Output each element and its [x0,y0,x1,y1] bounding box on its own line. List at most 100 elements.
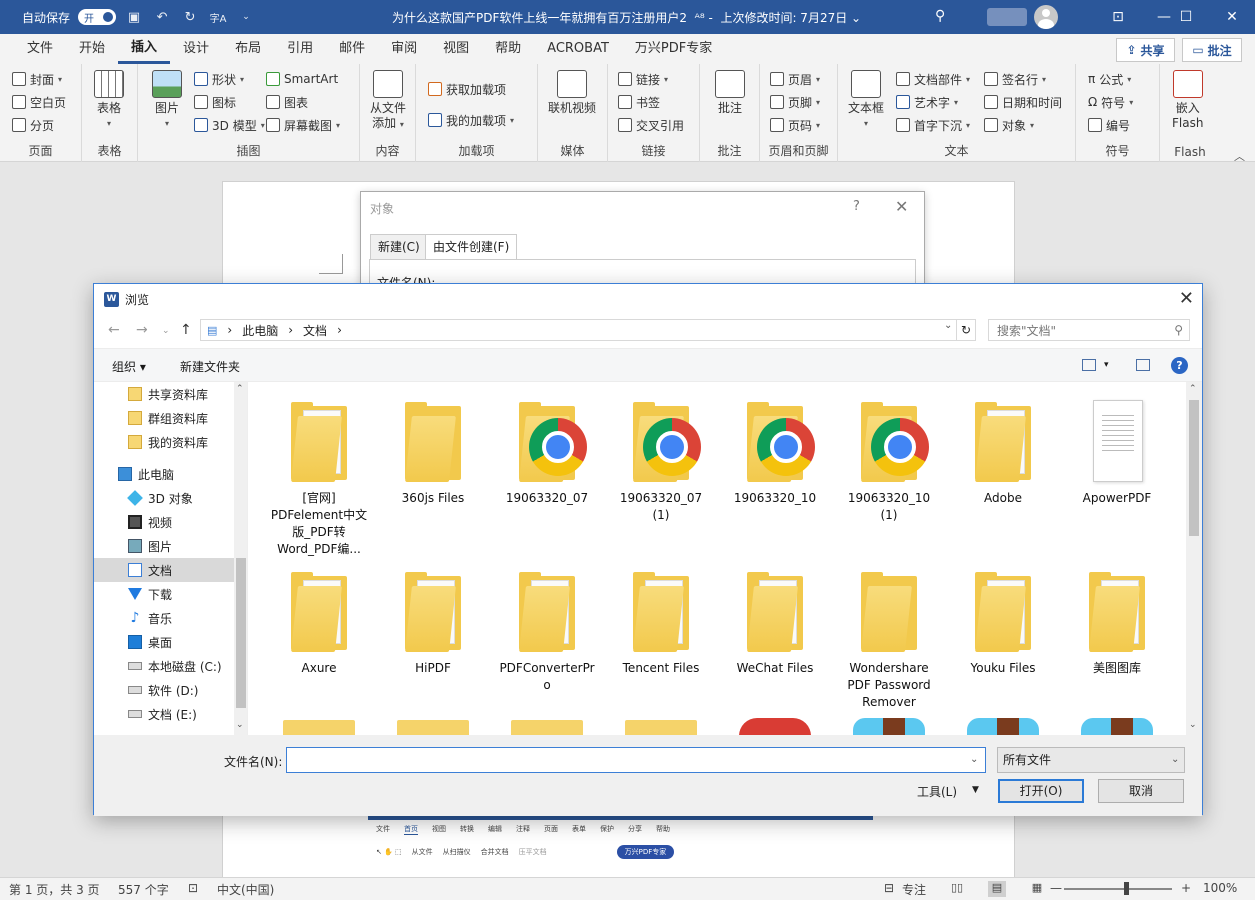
file-item[interactable]: 360js Files [378,398,488,507]
tab-view[interactable]: 视图 [430,34,482,64]
scroll-down-icon[interactable]: ⌄ [1189,720,1197,730]
zoom-slider-thumb[interactable] [1124,882,1129,895]
scroll-up-icon[interactable]: ⌃ [236,384,244,394]
sidebar-item-pictures[interactable]: 图片 [128,534,234,558]
sidebar-item-drive-e[interactable]: 文档 (E:) [128,702,234,726]
cloud-app-icon[interactable] [853,718,925,735]
wordart-button[interactable]: 艺术字 ▾ [896,91,958,113]
forward-icon[interactable]: → [136,322,148,338]
tab-file[interactable]: 文件 [14,34,66,64]
scroll-thumb[interactable] [236,558,246,708]
back-icon[interactable]: ← [108,322,120,338]
sidebar-item-3d-objects[interactable]: 3D 对象 [127,486,234,510]
table-button[interactable]: 表格 ▾ [94,70,124,131]
file-item[interactable]: Youku Files [948,568,1058,677]
sidebar-item-shared-library[interactable]: 共享资料库 [128,382,234,406]
symbol-button[interactable]: Ω 符号 ▾ [1088,91,1133,113]
file-item[interactable]: Tencent Files [606,568,716,677]
chart-button[interactable]: 图表 [266,91,308,113]
app-icon[interactable] [739,718,811,735]
filename-input[interactable] [286,747,986,773]
breadcrumb-documents[interactable]: 文档 [303,322,327,339]
filetype-dropdown-icon[interactable]: ⌄ [1171,754,1179,765]
3d-model-button[interactable]: 3D 模型 ▾ [194,114,265,136]
page-break-button[interactable]: 分页 [12,114,54,136]
file-item[interactable]: Wondershare PDF Password Remover [834,568,944,711]
folder-icon[interactable] [283,720,355,735]
tab-create-new[interactable]: 新建(C) [370,234,428,260]
redo-icon[interactable]: ↻ [180,7,200,27]
file-item[interactable]: 美图图库 [1062,568,1172,677]
link-button[interactable]: 链接 ▾ [618,68,668,90]
print-layout-icon[interactable]: ▤ [988,881,1006,897]
screenshot-button[interactable]: 屏幕截图 ▾ [266,114,340,136]
tab-help[interactable]: 帮助 [482,34,534,64]
object-button[interactable]: 对象 ▾ [984,114,1034,136]
embed-flash-button[interactable]: 嵌入 Flash [1172,70,1203,131]
comments-button[interactable]: ▭ 批注 [1182,38,1242,62]
sidebar-scrollbar[interactable]: ⌃ ⌄ [234,382,247,735]
number-button[interactable]: 编号 [1088,114,1130,136]
autosave-toggle[interactable]: 开 [78,9,117,25]
picture-button[interactable]: 图片 ▾ [152,70,182,131]
bookmark-button[interactable]: 书签 [618,91,660,113]
tab-review[interactable]: 审阅 [378,34,430,64]
sidebar-item-this-pc[interactable]: 此电脑 [118,462,234,486]
cancel-button[interactable]: 取消 [1098,779,1184,803]
save-icon[interactable]: ▣ [124,7,144,27]
shapes-button[interactable]: 形状 ▾ [194,68,244,90]
filetype-select[interactable]: 所有文件 [997,747,1185,773]
scroll-down-icon[interactable]: ⌄ [236,720,244,730]
signature-line-button[interactable]: 签名行 ▾ [984,68,1046,90]
tab-create-from-file[interactable]: 由文件创建(F) [425,234,518,260]
add-from-file-button[interactable]: 从文件 添加 ▾ [370,70,406,132]
tab-wondershare-pdf[interactable]: 万兴PDF专家 [622,34,725,64]
sidebar-item-videos[interactable]: 视频 [128,510,234,534]
tab-design[interactable]: 设计 [170,34,222,64]
close-icon[interactable]: ✕ [1209,0,1255,34]
web-layout-icon[interactable]: ▦ [1028,881,1046,897]
tools-button[interactable]: 工具(L) [917,783,957,800]
filename-dropdown-icon[interactable]: ⌄ [970,754,978,765]
tab-insert[interactable]: 插入 [118,34,171,64]
sidebar-item-downloads[interactable]: 下载 [128,582,234,606]
tab-references[interactable]: 引用 [274,34,326,64]
change-view-icon[interactable] [1082,359,1096,371]
tab-home[interactable]: 开始 [66,34,118,64]
open-button[interactable]: 打开(O) [998,779,1084,803]
language[interactable]: 中文(中国) [217,881,274,898]
file-item[interactable]: PDFConverterPr o [492,568,602,694]
new-folder-button[interactable]: 新建文件夹 [180,358,240,375]
header-button[interactable]: 页眉 ▾ [770,68,820,90]
file-item[interactable]: Axure [264,568,374,677]
proofing-icon[interactable]: ⊡ [188,881,198,895]
textbox-button[interactable]: 文本框 ▾ [848,70,884,131]
file-item[interactable]: [官网] PDFelement中文 版_PDF转 Word_PDF编... [264,398,374,558]
search-icon[interactable]: ⚲ [935,8,945,24]
zoom-in-button[interactable]: + [1181,881,1191,895]
focus-icon[interactable]: ⊟ [884,881,894,895]
folder-icon[interactable] [625,720,697,735]
avatar[interactable] [1034,5,1058,29]
sidebar-item-desktop[interactable]: 桌面 [128,630,234,654]
maximize-icon[interactable]: ☐ [1163,0,1209,34]
tab-acrobat[interactable]: ACROBAT [534,34,622,64]
new-comment-button[interactable]: 批注 [715,70,745,116]
organize-button[interactable]: 组织 ▾ [112,358,146,375]
zoom-out-button[interactable]: — [1050,881,1062,895]
blank-page-button[interactable]: 空白页 [12,91,66,113]
file-item[interactable]: 19063320_10 [720,398,830,507]
my-addins-button[interactable]: 我的加载项 ▾ [428,109,514,131]
smartart-button[interactable]: SmartArt [266,68,338,90]
quick-parts-button[interactable]: 文档部件 ▾ [896,68,970,90]
refresh-icon[interactable]: ↻ [956,319,976,341]
cloud-app-icon[interactable] [967,718,1039,735]
page-number-button[interactable]: 页码 ▾ [770,114,820,136]
scroll-thumb[interactable] [1189,400,1199,536]
modified-caret-icon[interactable]: ⌄ [851,11,861,25]
zoom-level[interactable]: 100% [1203,881,1237,895]
help-icon[interactable]: ? [1171,357,1188,374]
sidebar-item-music[interactable]: ♪ 音乐 [128,606,234,630]
tab-mailings[interactable]: 邮件 [326,34,378,64]
file-item[interactable]: Adobe [948,398,1058,507]
